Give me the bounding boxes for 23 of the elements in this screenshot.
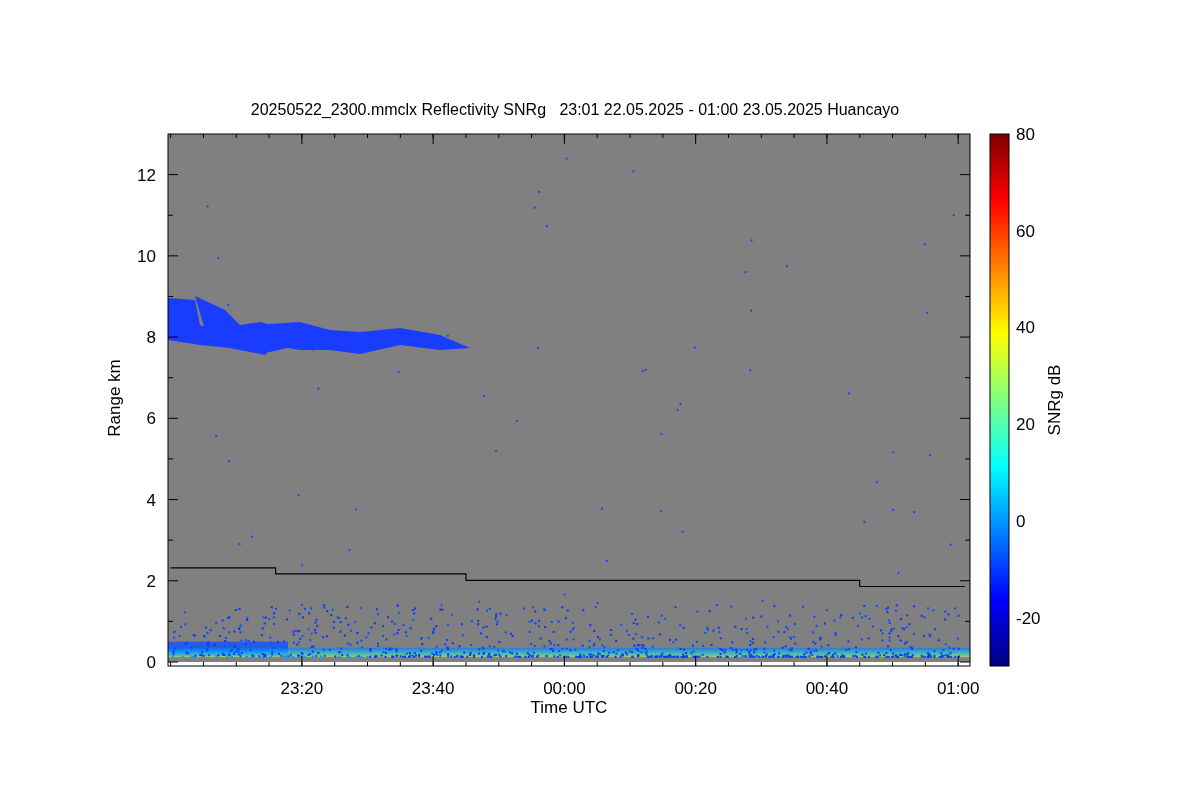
y-tick-label: 6 xyxy=(146,409,156,429)
colorbar-tick-label: 0 xyxy=(1016,511,1026,531)
colorbar-tick-label: 60 xyxy=(1016,221,1035,241)
colorbar-label: SNRg dB xyxy=(1045,364,1064,436)
y-tick-label: 12 xyxy=(137,165,156,185)
colorbar-tick-label: 80 xyxy=(1016,125,1035,144)
x-tick-label: 00:40 xyxy=(805,679,849,698)
x-axis-label: Time UTC xyxy=(530,698,608,717)
x-tick-label: 01:00 xyxy=(936,679,980,698)
chart-title: 20250522_2300.mmclx Reflectivity SNRg 23:01 22.05.2025 - 01:00 23.05.2025 Huancayo xyxy=(250,101,900,118)
colorbar-tick-label: -20 xyxy=(1016,608,1041,628)
colorbar-tick-label: 20 xyxy=(1016,415,1035,435)
y-tick-label: 2 xyxy=(146,571,156,591)
x-tick-label: 23:40 xyxy=(411,679,455,698)
y-axis-label: Range km xyxy=(105,359,124,437)
x-tick-label: 00:20 xyxy=(674,679,717,698)
y-tick-label: 4 xyxy=(146,490,156,510)
x-tick-label: 23:20 xyxy=(280,679,324,698)
y-tick-label: 0 xyxy=(146,653,156,672)
y-tick-label: 10 xyxy=(137,246,156,266)
x-tick-label: 00:00 xyxy=(543,679,586,698)
colorbar-tick-label: 40 xyxy=(1016,318,1035,338)
y-tick-label: 8 xyxy=(146,328,156,348)
